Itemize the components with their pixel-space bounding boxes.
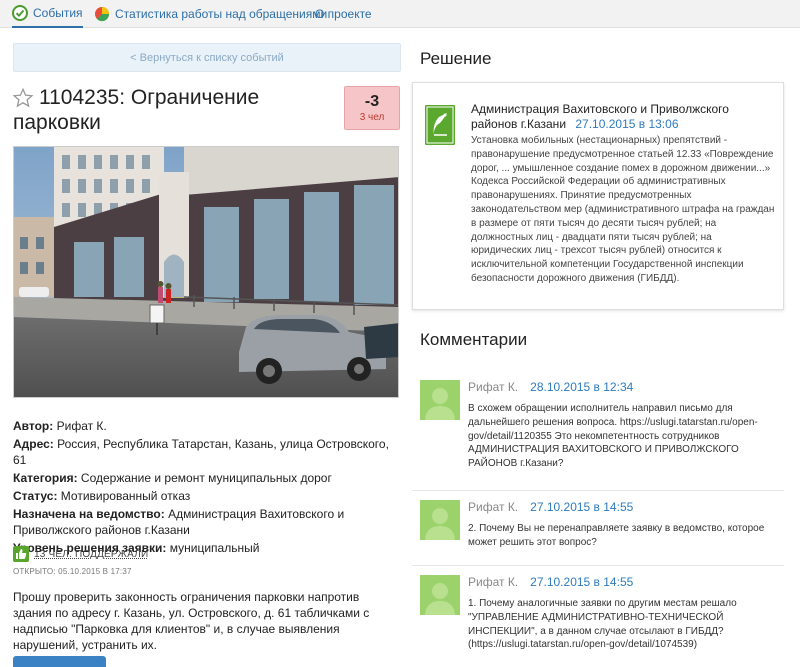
decision-author: Администрация Вахитовского и Приволжског… <box>471 102 771 132</box>
comment-text: 2. Почему Вы не перенаправляете заявку в… <box>468 523 765 548</box>
address-value: Россия, Республика Татарстан, Казань, ул… <box>13 437 389 467</box>
comment-divider <box>412 565 784 566</box>
support-count[interactable]: 13 ЧЕЛ. ПОДДЕРЖАЛИ <box>34 549 148 560</box>
nav-item-statistics[interactable]: Статистика работы над обращениями <box>94 0 327 28</box>
status-label: Статус: <box>13 489 58 503</box>
pie-chart-icon <box>94 6 110 22</box>
assigned-label: Назначена на ведомство: <box>13 507 165 521</box>
user-avatar-icon <box>420 575 460 615</box>
decision-date[interactable]: 27.10.2015 в 13:06 <box>575 117 678 131</box>
level-value: муниципальный <box>169 541 260 555</box>
status-value: Мотивированный отказ <box>60 489 191 503</box>
comment-author: Рифат К. <box>468 380 519 394</box>
nav-item-label: Статистика работы над обращениями <box>115 7 328 21</box>
author-value: Рифат К. <box>56 419 107 433</box>
comment-author: Рифат К. <box>468 500 519 514</box>
comment-date[interactable]: 27.10.2015 в 14:55 <box>530 575 633 589</box>
issue-photo[interactable] <box>13 146 399 398</box>
action-button[interactable] <box>13 656 106 667</box>
issue-description: Прошу проверить законность ограничения п… <box>13 590 370 652</box>
back-to-events-link[interactable]: < Вернуться к списку событий <box>13 43 401 72</box>
address-label: Адрес: <box>13 437 54 451</box>
nav-item-label: О проекте <box>315 7 372 21</box>
comment-item: Рифат К. 27.10.2015 в 14:55 2. Почему Вы … <box>420 500 790 560</box>
decision-heading: Решение <box>420 49 492 68</box>
vote-score: -3 <box>364 93 380 110</box>
category-value: Содержание и ремонт муниципальных дорог <box>80 471 332 485</box>
issue-title: 1104235: Ограничение парковки <box>13 86 260 134</box>
decision-card: Администрация Вахитовского и Приволжског… <box>412 82 784 310</box>
nav-item-about[interactable]: О проекте <box>315 0 372 28</box>
comment-item: Рифат К. 28.10.2015 в 12:34 В схожем обра… <box>420 380 790 480</box>
comment-text: 1. Почему аналогичные заявки по другим м… <box>468 598 737 651</box>
comment-item: Рифат К. 27.10.2015 в 14:55 1. Почему ана… <box>420 575 790 665</box>
opened-date: ОТКРЫТО: 05.10.2015 В 17:37 <box>13 567 132 576</box>
user-avatar-icon <box>420 500 460 540</box>
comment-text: В схожем обращении исполнитель направил … <box>468 403 758 470</box>
nav-item-events[interactable]: События <box>12 0 83 28</box>
decision-text: Установка мобильных (нестационарных) пре… <box>471 135 775 284</box>
top-navigation: События Статистика работы над обращениям… <box>0 0 800 28</box>
comment-author: Рифат К. <box>468 575 519 589</box>
comment-date[interactable]: 28.10.2015 в 12:34 <box>530 380 633 394</box>
user-avatar-icon <box>420 380 460 420</box>
comment-date[interactable]: 27.10.2015 в 14:55 <box>530 500 633 514</box>
check-circle-icon <box>12 5 28 21</box>
nav-item-label: События <box>33 6 83 20</box>
support-counter[interactable]: 13 ЧЕЛ. ПОДДЕРЖАЛИ <box>13 546 148 562</box>
vote-count: 3 чел <box>359 112 385 123</box>
issue-details: Автор: Рифат К. Адрес: Россия, Республик… <box>13 418 403 558</box>
vote-box[interactable]: -3 3 чел <box>344 86 400 130</box>
comment-divider <box>412 490 784 491</box>
coat-of-arms-icon <box>425 105 455 145</box>
comments-heading: Комментарии <box>420 330 528 349</box>
author-label: Автор: <box>13 419 54 433</box>
thumbs-up-icon <box>13 546 29 562</box>
category-label: Категория: <box>13 471 78 485</box>
